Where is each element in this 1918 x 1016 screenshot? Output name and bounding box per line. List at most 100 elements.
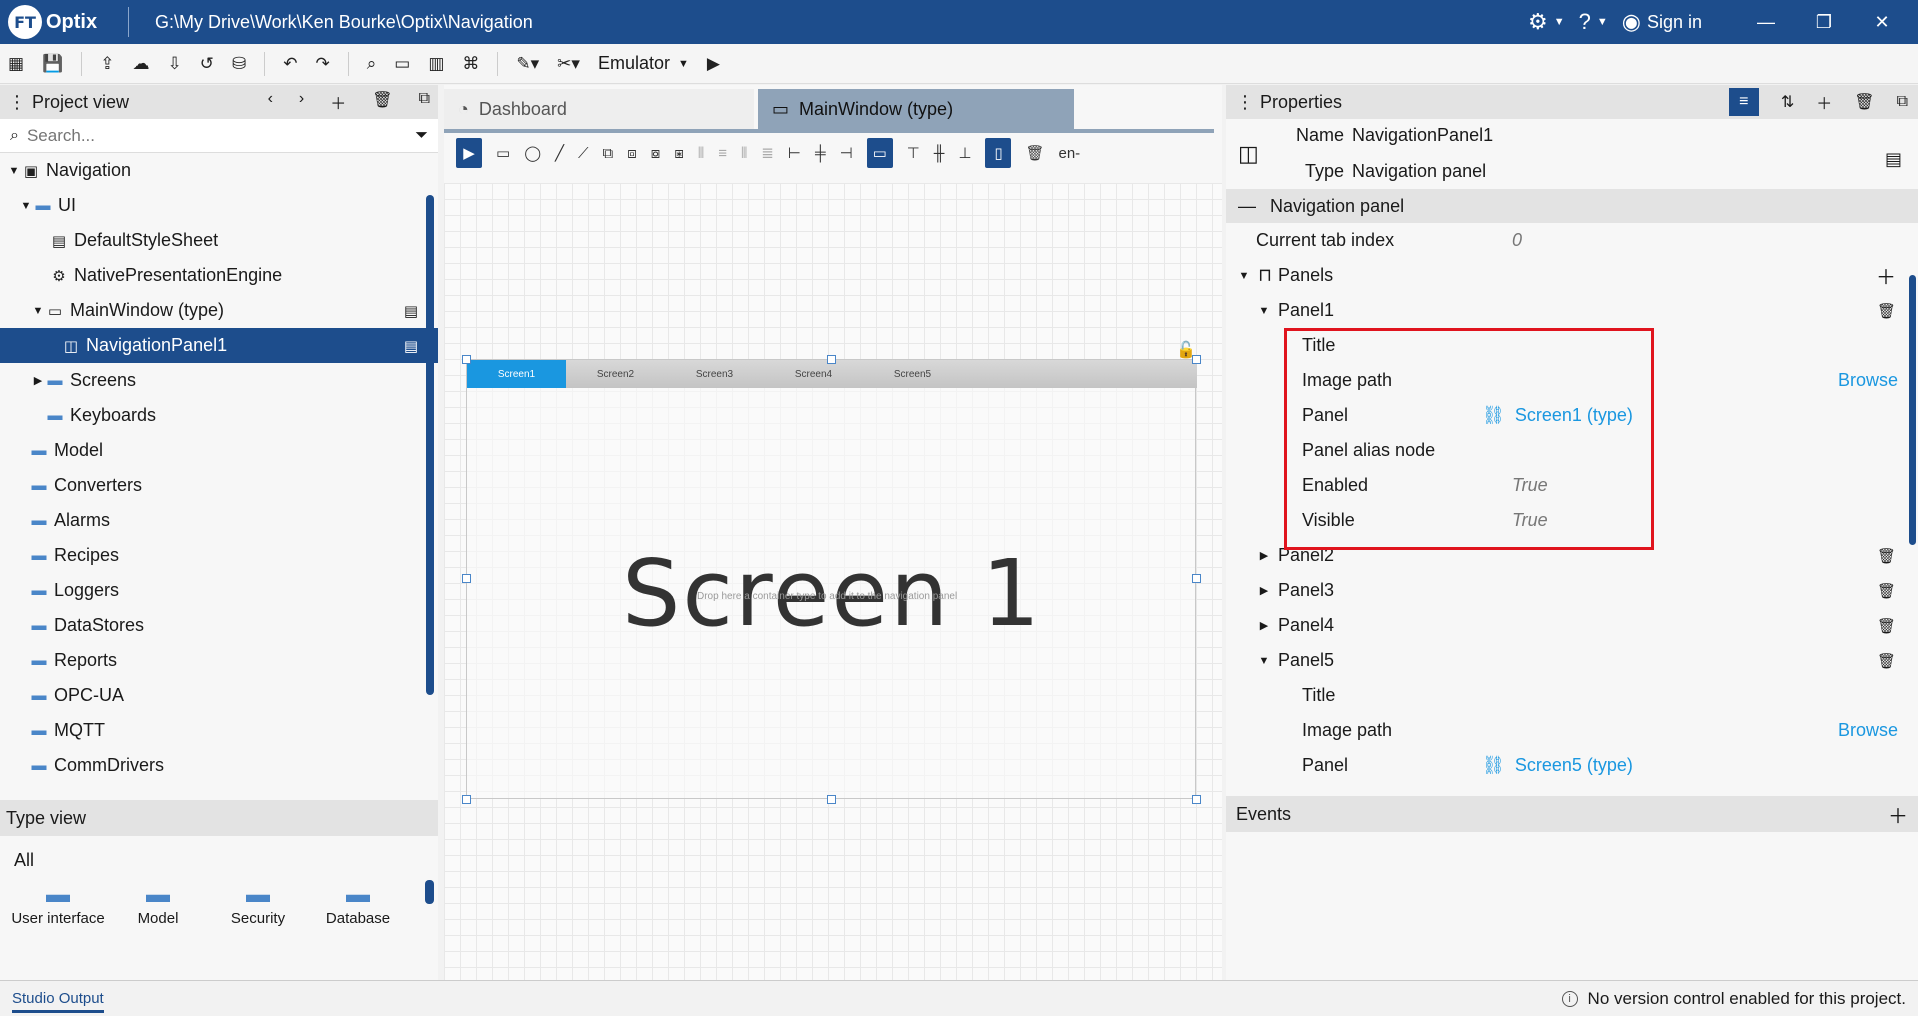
- drag-handle-icon[interactable]: ⋮: [1236, 92, 1254, 113]
- emulator-dropdown[interactable]: Emulator ▼: [598, 53, 689, 74]
- run-icon[interactable]: ▶: [707, 54, 720, 74]
- nav-tab-screen3[interactable]: Screen3: [665, 360, 764, 388]
- tree-item-opcua[interactable]: ▬ OPC-UA: [0, 678, 438, 713]
- panel3-row[interactable]: ▶ Panel3 🗑: [1226, 573, 1918, 608]
- panel2-row[interactable]: ▶ Panel2 🗑: [1226, 538, 1918, 573]
- resize-handle[interactable]: [1192, 795, 1201, 804]
- forward-icon[interactable]: ›: [299, 90, 304, 114]
- tree-item-defaultstylesheet[interactable]: ▤ DefaultStyleSheet: [0, 223, 438, 258]
- collapse-icon[interactable]: —: [1238, 196, 1256, 217]
- layout-icon[interactable]: ▦: [8, 54, 24, 74]
- chevron-down-icon[interactable]: ▼: [30, 305, 46, 317]
- tree-item-screens[interactable]: ▶ ▬ Screens: [0, 363, 438, 398]
- resize-handle[interactable]: [1192, 574, 1201, 583]
- panel-link[interactable]: ⛓ Screen5 (type): [1482, 755, 1633, 776]
- distribute-h-icon[interactable]: ⫴: [698, 145, 704, 162]
- bring-front-icon[interactable]: ⧇: [651, 145, 661, 162]
- type-tile-model[interactable]: ▬ Model: [108, 883, 208, 928]
- ellipse-tool-icon[interactable]: ◯: [524, 144, 541, 162]
- deploy-icon[interactable]: ⇪: [100, 54, 114, 74]
- panel-link[interactable]: ⛓ Screen1 (type): [1482, 405, 1633, 426]
- resize-handle[interactable]: [462, 355, 471, 364]
- tree-item-model[interactable]: ▬ Model: [0, 433, 438, 468]
- chevron-down-icon[interactable]: ▼: [1554, 16, 1565, 28]
- property-value[interactable]: True: [1512, 510, 1548, 531]
- edit-icon[interactable]: ▤: [404, 337, 418, 355]
- library-icon[interactable]: ▥: [428, 54, 444, 74]
- type-filter-all[interactable]: All: [0, 836, 438, 886]
- search-icon[interactable]: ⌕: [367, 54, 377, 74]
- name-value[interactable]: NavigationPanel1: [1352, 125, 1493, 145]
- drag-handle-icon[interactable]: ⋮: [8, 92, 26, 113]
- nav-tab-screen4[interactable]: Screen4: [764, 360, 863, 388]
- locale-selector[interactable]: en-: [1059, 145, 1081, 162]
- browse-link[interactable]: Browse: [1838, 720, 1898, 741]
- copy-icon[interactable]: ⧉: [1897, 93, 1908, 111]
- align-left-icon[interactable]: ⊢: [788, 144, 801, 162]
- ungroup-icon[interactable]: ⧈: [627, 145, 637, 162]
- tree-item-mqtt[interactable]: ▬ MQTT: [0, 713, 438, 748]
- add-icon[interactable]: ＋: [1876, 261, 1896, 290]
- panel1-row[interactable]: ▼ Panel1 🗑: [1226, 293, 1918, 328]
- sign-in-button[interactable]: ◉ Sign in: [1622, 9, 1702, 35]
- add-icon[interactable]: ＋: [1888, 800, 1908, 829]
- tree-item-keyboards[interactable]: ▬ Keyboards: [0, 398, 438, 433]
- line-tool-icon[interactable]: ╱: [555, 144, 564, 162]
- navigation-panel-preview[interactable]: Screen1 Screen2 Screen3 Screen4 Screen5 …: [466, 359, 1197, 799]
- studio-output-tab[interactable]: Studio Output: [12, 990, 104, 1013]
- delete-icon[interactable]: 🗑: [1877, 652, 1896, 670]
- tree-item-nativepresentationengine[interactable]: ⚙ NativePresentationEngine: [0, 258, 438, 293]
- space-v-icon[interactable]: ≣: [761, 144, 774, 162]
- minimize-button[interactable]: —: [1744, 12, 1788, 33]
- resize-handle[interactable]: [827, 355, 836, 364]
- tree-item-loggers[interactable]: ▬ Loggers: [0, 573, 438, 608]
- chevron-down-icon[interactable]: ▼: [6, 165, 22, 177]
- tree-item-reports[interactable]: ▬ Reports: [0, 643, 438, 678]
- select-tool-icon[interactable]: ▶: [456, 138, 482, 168]
- database-icon[interactable]: ⛁: [232, 54, 246, 74]
- section-navigation-panel[interactable]: — Navigation panel: [1226, 189, 1918, 223]
- edit-icon[interactable]: ▤: [1885, 149, 1902, 170]
- tree-item-datastores[interactable]: ▬ DataStores: [0, 608, 438, 643]
- tree-item-navigation[interactable]: ▼ ▣ Navigation: [0, 153, 438, 188]
- resize-handle[interactable]: [462, 574, 471, 583]
- properties-scrollbar[interactable]: [1909, 275, 1916, 545]
- tree-item-commdrivers[interactable]: ▬ CommDrivers: [0, 748, 438, 783]
- group-icon[interactable]: ⧉: [603, 145, 614, 162]
- delete-icon[interactable]: 🗑: [372, 90, 392, 114]
- align-stretch-icon[interactable]: ▭: [866, 138, 893, 168]
- tree-item-ui[interactable]: ▼ ▬ UI: [0, 188, 438, 223]
- property-value[interactable]: 0: [1512, 230, 1522, 251]
- undo-icon[interactable]: ↶: [283, 54, 297, 74]
- chevron-down-icon[interactable]: ▼: [18, 200, 34, 212]
- property-value[interactable]: True: [1512, 475, 1548, 496]
- type-tile-security[interactable]: ▬ Security: [208, 883, 308, 928]
- tab-dashboard[interactable]: ◔ Dashboard: [444, 89, 754, 129]
- distribute-v-icon[interactable]: ≡: [718, 145, 727, 162]
- align-center-icon[interactable]: ╪: [815, 145, 826, 162]
- chevron-right-icon[interactable]: ▶: [1256, 549, 1272, 562]
- copy-icon[interactable]: ⧉: [419, 90, 430, 114]
- delete-icon[interactable]: 🗑: [1877, 582, 1896, 600]
- nav-tab-screen1[interactable]: Screen1: [467, 360, 566, 388]
- align-middle-icon[interactable]: ╫: [934, 145, 945, 162]
- folder-icon[interactable]: ▭: [394, 54, 410, 74]
- nav-tab-screen2[interactable]: Screen2: [566, 360, 665, 388]
- polyline-tool-icon[interactable]: ⟋: [578, 145, 589, 162]
- align-fill-icon[interactable]: ▯: [985, 138, 1012, 168]
- type-view-scrollbar[interactable]: [425, 880, 434, 904]
- tree-scrollbar[interactable]: [426, 195, 434, 695]
- code-icon[interactable]: ⌘: [462, 54, 479, 74]
- chevron-right-icon[interactable]: ▶: [1256, 619, 1272, 632]
- edit-icon[interactable]: ▤: [404, 302, 418, 320]
- download-icon[interactable]: ⇩: [167, 54, 181, 74]
- tree-item-mainwindow[interactable]: ▼ ▭ MainWindow (type) ▤: [0, 293, 438, 328]
- tree-item-alarms[interactable]: ▬ Alarms: [0, 503, 438, 538]
- help-icon[interactable]: ?: [1579, 9, 1591, 35]
- delete-icon[interactable]: 🗑: [1854, 92, 1874, 112]
- panels-row[interactable]: ▼ ⊓ Panels ＋: [1226, 258, 1918, 293]
- save-icon[interactable]: 💾: [42, 54, 63, 74]
- rectangle-tool-icon[interactable]: ▭: [496, 144, 510, 162]
- delete-icon[interactable]: 🗑: [1025, 144, 1044, 162]
- chevron-down-icon[interactable]: ▼: [1597, 16, 1608, 28]
